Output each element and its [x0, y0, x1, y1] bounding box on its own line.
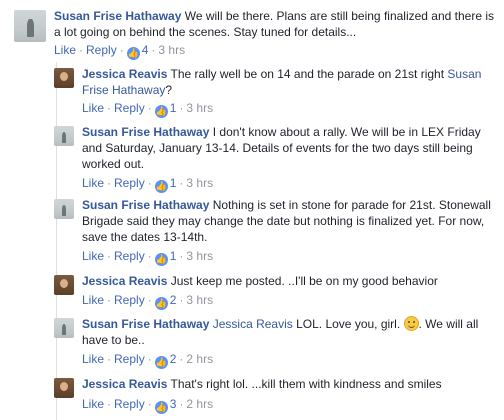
- like-button[interactable]: Like: [82, 397, 104, 411]
- comment-author[interactable]: Susan Frise Hathaway: [82, 317, 209, 331]
- timestamp[interactable]: 3 hrs: [186, 176, 213, 190]
- comment-text: The rally well be on 14 and the parade o…: [170, 67, 445, 81]
- timestamp[interactable]: 3 hrs: [186, 101, 213, 115]
- like-button[interactable]: Like: [82, 101, 104, 115]
- reply-button[interactable]: Reply: [114, 101, 145, 115]
- comment-author[interactable]: Susan Frise Hathaway: [54, 9, 181, 23]
- mention-link[interactable]: Jessica Reavis: [213, 317, 293, 331]
- thumbs-up-icon: 👍: [154, 401, 168, 414]
- thumbs-up-icon: 👍: [154, 180, 168, 193]
- avatar[interactable]: [54, 378, 74, 398]
- reply-button[interactable]: Reply: [114, 352, 145, 366]
- timestamp[interactable]: 3 hrs: [186, 249, 213, 263]
- comment-text: LOL. Love you, girl.: [296, 317, 401, 331]
- thumbs-up-icon: 👍: [154, 253, 168, 266]
- like-button[interactable]: Like: [54, 43, 76, 57]
- comment-author[interactable]: Jessica Reavis: [82, 377, 167, 391]
- timestamp[interactable]: 2 hrs: [186, 397, 213, 411]
- avatar[interactable]: [54, 199, 74, 219]
- comment-author[interactable]: Jessica Reavis: [82, 67, 167, 81]
- reply-button[interactable]: Reply: [114, 293, 145, 307]
- comment-text: That's right lol. ...kill them with kind…: [170, 377, 442, 391]
- reply: Susan Frise Hathaway Jessica Reavis LOL.…: [54, 316, 498, 369]
- comment-author[interactable]: Susan Frise Hathaway: [82, 125, 209, 139]
- like-button[interactable]: Like: [82, 352, 104, 366]
- avatar[interactable]: [54, 275, 74, 295]
- like-button[interactable]: Like: [82, 176, 104, 190]
- like-button[interactable]: Like: [82, 249, 104, 263]
- thumbs-up-icon: 👍: [126, 47, 140, 60]
- smiley-emoji-icon: [403, 316, 419, 331]
- comment-text: Just keep me posted. ..I'll be on my goo…: [170, 274, 438, 288]
- like-button[interactable]: Like: [82, 293, 104, 307]
- avatar[interactable]: [14, 10, 46, 42]
- thumbs-up-icon: 👍: [154, 105, 168, 118]
- comment: Susan Frise Hathaway We will be there. P…: [14, 8, 498, 64]
- thumbs-up-icon: 👍: [154, 356, 168, 369]
- comment-author[interactable]: Susan Frise Hathaway: [82, 198, 209, 212]
- timestamp[interactable]: 3 hrs: [158, 43, 185, 57]
- thumbs-up-icon: 👍: [154, 297, 168, 310]
- reply: Susan Frise Hathaway Nothing is set in s…: [54, 197, 498, 266]
- comment-author[interactable]: Jessica Reavis: [82, 274, 167, 288]
- reply: Jessica Reavis That's right lol. ...kill…: [54, 376, 498, 416]
- avatar[interactable]: [54, 68, 74, 88]
- timestamp[interactable]: 3 hrs: [186, 293, 213, 307]
- reply-button[interactable]: Reply: [114, 249, 145, 263]
- reply: Jessica Reavis Just keep me posted. ..I'…: [54, 273, 498, 310]
- comment-text-after: ?: [165, 83, 173, 97]
- reply: Jessica Reavis The rally well be on 14 a…: [54, 66, 498, 118]
- reply: Susan Frise Hathaway I don't know about …: [54, 124, 498, 193]
- reply-button[interactable]: Reply: [86, 43, 117, 57]
- timestamp[interactable]: 2 hrs: [186, 352, 213, 366]
- reply-button[interactable]: Reply: [114, 176, 145, 190]
- avatar[interactable]: [54, 126, 74, 146]
- avatar[interactable]: [54, 318, 74, 338]
- reply-button[interactable]: Reply: [114, 397, 145, 411]
